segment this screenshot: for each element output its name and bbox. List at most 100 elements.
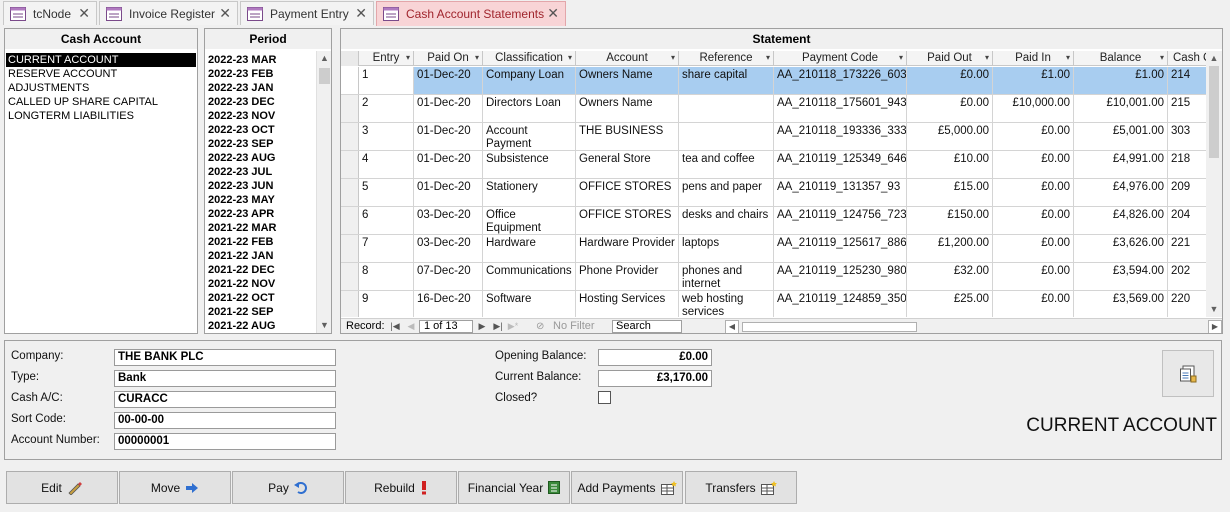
cell-paid-out[interactable]: £0.00 <box>907 67 993 94</box>
period-item[interactable]: 2022-23 AUG <box>206 151 315 165</box>
table-row[interactable]: 3 01-Dec-20 Account Payment THE BUSINESS AA_… <box>341 123 1207 151</box>
search-input[interactable]: Search <box>612 320 682 333</box>
cell-paid-out[interactable]: £32.00 <box>907 263 993 290</box>
column-header-balance[interactable]: Balance ▾ <box>1074 51 1168 66</box>
cell-reference[interactable]: pens and paper <box>679 179 774 206</box>
company-field[interactable]: THE BANK PLC <box>114 349 336 366</box>
dropdown-icon[interactable]: ▾ <box>766 51 770 65</box>
cell-paid-in[interactable]: £10,000.00 <box>993 95 1074 122</box>
cell-paid-out[interactable]: £15.00 <box>907 179 993 206</box>
row-selector[interactable] <box>341 95 359 122</box>
cell-paid-in[interactable]: £0.00 <box>993 151 1074 178</box>
cell-payment-code[interactable]: AA_210118_175601_943 <box>774 95 907 122</box>
cell-entry[interactable]: 6 <box>359 207 414 234</box>
cell-reference[interactable] <box>679 95 774 122</box>
period-item[interactable]: 2022-23 DEC <box>206 95 315 109</box>
column-header-paid-out[interactable]: Paid Out ▾ <box>907 51 993 66</box>
move-button[interactable]: Move <box>119 471 231 504</box>
table-row[interactable]: 1 01-Dec-20 Company Loan Owners Name share c… <box>341 67 1207 95</box>
cell-paid-on[interactable]: 01-Dec-20 <box>414 123 483 150</box>
cell-paid-in[interactable]: £0.00 <box>993 263 1074 290</box>
previous-record-icon[interactable]: ◀ <box>405 319 417 333</box>
cell-classification[interactable]: Directors Loan <box>483 95 576 122</box>
cell-paid-on[interactable]: 01-Dec-20 <box>414 151 483 178</box>
column-header-reference[interactable]: Reference ▾ <box>679 51 774 66</box>
period-item[interactable]: 2021-22 SEP <box>206 305 315 319</box>
cash-account-item[interactable]: RESERVE ACCOUNT <box>6 67 196 81</box>
row-selector[interactable] <box>341 291 359 317</box>
cell-paid-in[interactable]: £0.00 <box>993 291 1074 317</box>
transfers-button[interactable]: Transfers <box>685 471 797 504</box>
dropdown-icon[interactable]: ▾ <box>1160 51 1164 65</box>
cell-entry[interactable]: 3 <box>359 123 414 150</box>
period-item[interactable]: 2022-23 NOV <box>206 109 315 123</box>
cell-paid-on[interactable]: 01-Dec-20 <box>414 179 483 206</box>
cell-payment-code[interactable]: AA_210119_131357_93 <box>774 179 907 206</box>
next-record-icon[interactable]: ▶ <box>476 319 488 333</box>
dropdown-icon[interactable]: ▾ <box>475 51 479 65</box>
cell-cash-code[interactable]: 215 <box>1168 95 1207 122</box>
cell-classification[interactable]: Company Loan <box>483 67 576 94</box>
type-field[interactable]: Bank <box>114 370 336 387</box>
period-item[interactable]: 2022-23 JUN <box>206 179 315 193</box>
cell-classification[interactable]: Hardware <box>483 235 576 262</box>
statement-report-button[interactable] <box>1162 350 1214 397</box>
tab-tcnode[interactable]: tcNode ✕ <box>3 1 97 25</box>
cell-balance[interactable]: £5,001.00 <box>1074 123 1168 150</box>
dropdown-icon[interactable]: ▾ <box>671 51 675 65</box>
cell-entry[interactable]: 8 <box>359 263 414 290</box>
close-icon[interactable]: ✕ <box>547 6 559 20</box>
period-item[interactable]: 2022-23 APR <box>206 207 315 221</box>
period-item[interactable]: 2022-23 FEB <box>206 67 315 81</box>
cell-classification[interactable]: Account Payment <box>483 123 576 150</box>
closed-checkbox[interactable] <box>598 391 611 404</box>
cash-account-list[interactable]: CURRENT ACCOUNT RESERVE ACCOUNT ADJUSTME… <box>6 53 196 332</box>
table-row[interactable]: 4 01-Dec-20 Subsistence General Store tea an… <box>341 151 1207 179</box>
cell-entry[interactable]: 1 <box>359 67 414 94</box>
cell-cash-code[interactable]: 202 <box>1168 263 1207 290</box>
cell-balance[interactable]: £4,826.00 <box>1074 207 1168 234</box>
cell-paid-on[interactable]: 03-Dec-20 <box>414 235 483 262</box>
cell-paid-on[interactable]: 01-Dec-20 <box>414 95 483 122</box>
cell-cash-code[interactable]: 218 <box>1168 151 1207 178</box>
cell-reference[interactable]: tea and coffee <box>679 151 774 178</box>
period-item[interactable]: 2022-23 OCT <box>206 123 315 137</box>
table-row[interactable]: 8 07-Dec-20 Communications Phone Provider ph… <box>341 263 1207 291</box>
cell-classification[interactable]: Communications <box>483 263 576 290</box>
cell-balance[interactable]: £1.00 <box>1074 67 1168 94</box>
cell-balance[interactable]: £4,976.00 <box>1074 179 1168 206</box>
edit-button[interactable]: Edit <box>6 471 118 504</box>
row-selector[interactable] <box>341 123 359 150</box>
cell-reference[interactable]: desks and chairs <box>679 207 774 234</box>
cell-cash-code[interactable]: 204 <box>1168 207 1207 234</box>
dropdown-icon[interactable]: ▾ <box>1066 51 1070 65</box>
cell-balance[interactable]: £3,626.00 <box>1074 235 1168 262</box>
table-row[interactable]: 7 03-Dec-20 Hardware Hardware Provider lapto… <box>341 235 1207 263</box>
cell-account[interactable]: OFFICE STORES <box>576 179 679 206</box>
grid-vertical-scrollbar[interactable]: ▲ ▼ <box>1206 51 1222 317</box>
cell-entry[interactable]: 4 <box>359 151 414 178</box>
cell-payment-code[interactable]: AA_210119_124859_350 <box>774 291 907 317</box>
cash-ac-field[interactable]: CURACC <box>114 391 336 408</box>
scroll-down-icon[interactable]: ▼ <box>1206 302 1222 317</box>
cell-account[interactable]: Hosting Services <box>576 291 679 317</box>
cell-paid-on[interactable]: 03-Dec-20 <box>414 207 483 234</box>
scroll-left-icon[interactable]: ◀ <box>725 320 739 333</box>
column-header-entry[interactable]: Entry ▾ <box>359 51 414 66</box>
cell-paid-out[interactable]: £1,200.00 <box>907 235 993 262</box>
cell-balance[interactable]: £3,569.00 <box>1074 291 1168 317</box>
cell-cash-code[interactable]: 214 <box>1168 67 1207 94</box>
close-icon[interactable]: ✕ <box>355 6 367 20</box>
period-item[interactable]: 2021-22 JAN <box>206 249 315 263</box>
period-item[interactable]: 2021-22 AUG <box>206 319 315 332</box>
cell-balance[interactable]: £3,594.00 <box>1074 263 1168 290</box>
cell-paid-out[interactable]: £150.00 <box>907 207 993 234</box>
table-row[interactable]: 5 01-Dec-20 Stationery OFFICE STORES pens an… <box>341 179 1207 207</box>
dropdown-icon[interactable]: ▾ <box>568 51 572 65</box>
row-selector[interactable] <box>341 151 359 178</box>
period-item[interactable]: 2022-23 MAR <box>206 53 315 67</box>
period-item[interactable]: 2022-23 JAN <box>206 81 315 95</box>
cell-cash-code[interactable]: 221 <box>1168 235 1207 262</box>
cell-reference[interactable]: web hosting services <box>679 291 774 317</box>
cell-classification[interactable]: Office Equipment <box>483 207 576 234</box>
